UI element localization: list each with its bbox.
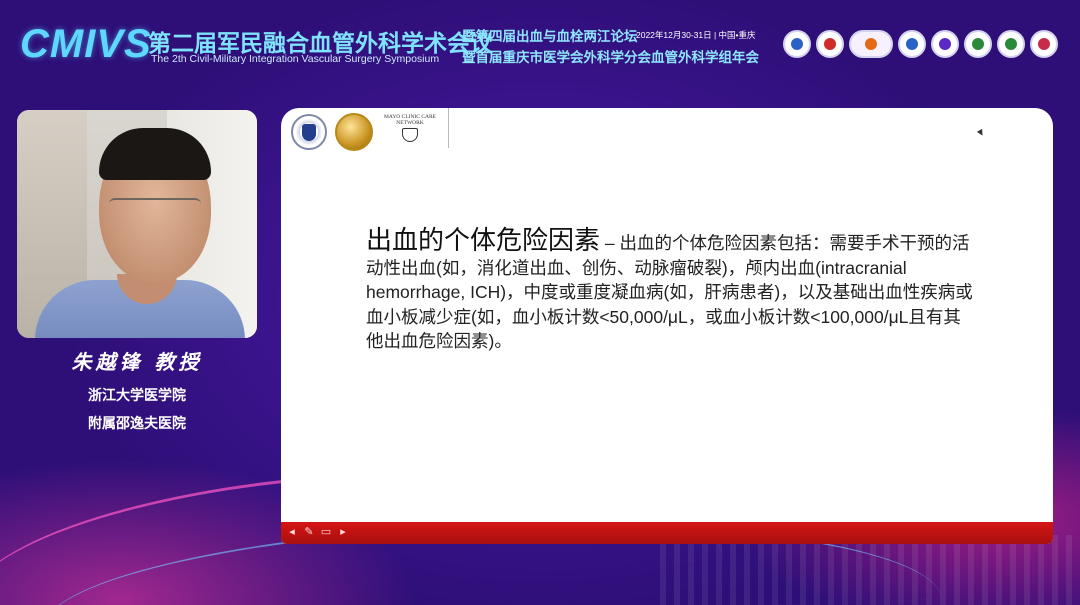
gold-medallion-logo (335, 113, 373, 151)
conference-date-location: 2022年12月30-31日 | 中国•重庆 (636, 30, 756, 40)
conference-header: CMIVS 第二届军民融合血管外科学术会议 The 2th Civil-Mili… (0, 0, 1080, 80)
society-emblem-4-icon (898, 30, 926, 58)
cmivs-logo: CMIVS (20, 22, 152, 66)
badge-mark (865, 38, 877, 50)
mayo-clinic-logo: MAYO CLINIC CARE NETWORK (381, 112, 439, 152)
slide-logo-row: MAYO CLINIC CARE NETWORK (291, 110, 439, 154)
decorative-skyline (660, 535, 1080, 605)
society-emblem-8-icon (1030, 30, 1058, 58)
shield-icon (302, 123, 316, 141)
badge-mark (791, 38, 803, 50)
badge-mark (824, 38, 836, 50)
mayo-shield-icon (402, 128, 418, 142)
badge-mark (1038, 38, 1050, 50)
sponsor-badges (783, 30, 1058, 58)
next-slide-icon[interactable]: ▸ (336, 525, 350, 539)
slide-toolbar: ◂ ✎ ▭ ▸ (281, 522, 1053, 544)
society-emblem-7-icon (997, 30, 1025, 58)
society-emblem-6-icon (964, 30, 992, 58)
speaker-affiliation-2: 附属邵逸夫医院 (88, 416, 186, 432)
logo-divider (448, 108, 449, 148)
mouse-cursor-icon (976, 128, 986, 138)
badge-mark (906, 38, 918, 50)
previous-slide-icon[interactable]: ◂ (285, 525, 299, 539)
slide-menu-icon[interactable]: ▭ (319, 525, 333, 539)
badge-mark (1005, 38, 1017, 50)
speaker-video-feed (17, 110, 257, 338)
presentation-slide: MAYO CLINIC CARE NETWORK 出血的个体危险因素 – 出血的… (281, 108, 1053, 544)
slide-heading: 出血的个体危险因素 (366, 225, 601, 255)
speaker-affiliation-1: 浙江大学医学院 (88, 388, 186, 404)
conference-subtitle-1: 暨第四届出血与血栓两江论坛 (462, 29, 638, 45)
badge-mark (939, 38, 951, 50)
conference-subtitle-2: 暨首届重庆市医学会外科学分会血管外科学组年会 (462, 50, 759, 66)
university-seal-logo (291, 114, 327, 150)
society-emblem-2-icon (816, 30, 844, 58)
slide-controls: ◂ ✎ ▭ ▸ (285, 525, 350, 539)
slide-body: 出血的个体危险因素 – 出血的个体危险因素包括：需要手术干预的活动性出血(如，消… (366, 225, 976, 354)
speaker-name: 朱越锋 教授 (71, 350, 203, 374)
society-emblem-3-icon (849, 30, 893, 58)
slide-heading-dash: – (600, 233, 620, 253)
conference-title-english: The 2th Civil-Military Integration Vascu… (151, 53, 440, 65)
society-emblem-5-icon (931, 30, 959, 58)
speaker-glasses (109, 198, 201, 218)
pen-icon[interactable]: ✎ (302, 525, 316, 539)
badge-mark (972, 38, 984, 50)
mayo-clinic-text: MAYO CLINIC CARE NETWORK (383, 114, 437, 126)
society-emblem-1-icon (783, 30, 811, 58)
